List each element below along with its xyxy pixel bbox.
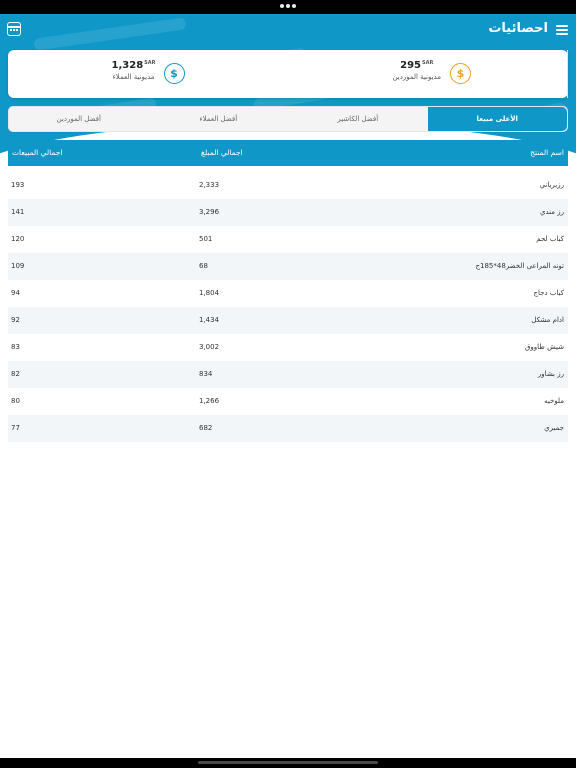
total-amount-cell: 1,434 — [199, 316, 220, 324]
product-name-cell: كباب دجاج — [533, 289, 565, 297]
status-bar — [0, 0, 576, 14]
product-name-cell: رز بشاور — [537, 370, 564, 378]
stat-customers-debt: $ 1,328SAR مديونية العملاء — [8, 50, 288, 98]
page-title: احصائيات — [488, 21, 548, 36]
menu-icon[interactable] — [556, 25, 568, 35]
product-name-cell: كباب لحم — [536, 235, 564, 243]
table-row[interactable]: ادام مشكل 1,434 92 — [8, 307, 568, 334]
dollar-circle-icon: $ — [450, 63, 471, 84]
product-name-cell: ملوخيه — [544, 397, 564, 405]
total-amount-cell: 682 — [199, 424, 213, 432]
total-sales-cell: 94 — [11, 289, 20, 297]
total-amount-cell: 3,296 — [199, 208, 220, 216]
total-sales-cell: 109 — [11, 262, 25, 270]
home-indicator — [0, 758, 576, 768]
total-amount-cell: 68 — [199, 262, 208, 270]
table-row[interactable]: شيش طاووق 3,002 83 — [8, 334, 568, 361]
product-name-cell: شيش طاووق — [524, 343, 564, 351]
table-row[interactable]: رزبرياني 2,333 193 — [8, 172, 568, 199]
column-product-name: اسم المنتج — [530, 148, 564, 157]
total-sales-cell: 92 — [11, 316, 20, 324]
calendar-icon[interactable] — [7, 22, 21, 36]
total-amount-cell: 501 — [199, 235, 213, 243]
total-sales-cell: 82 — [11, 370, 20, 378]
product-name-cell: رزبرياني — [539, 181, 564, 189]
product-name-cell: جمبري — [544, 424, 564, 432]
customers-debt-value: 1,328SAR — [111, 60, 156, 71]
suppliers-debt-label: مديونية الموردين — [392, 73, 441, 81]
total-amount-cell: 1,266 — [199, 397, 220, 405]
table-body: رزبرياني 2,333 193 رز مندي 3,296 141 كباب لحم 5… — [8, 172, 568, 442]
product-name-cell: ادام مشكل — [531, 316, 564, 324]
stats-card: $ 1,328SAR مديونية العملاء $ 295SAR مديو… — [8, 50, 568, 98]
tab-top-cashiers[interactable]: أفضل الكاشير — [288, 107, 428, 131]
product-name-cell: رز مندي — [539, 208, 564, 216]
total-amount-cell: 2,333 — [199, 181, 220, 189]
table-row[interactable]: جمبري 682 77 — [8, 415, 568, 442]
total-amount-cell: 3,002 — [199, 343, 220, 351]
total-sales-cell: 120 — [11, 235, 25, 243]
tab-best-selling[interactable]: الأعلى مبيعا — [427, 107, 567, 131]
stat-suppliers-debt: $ 295SAR مديونية الموردين — [288, 50, 568, 98]
table-header: اسم المنتج اجمالي المبلغ اجمالي المبيعات — [8, 140, 568, 166]
column-total-amount: اجمالي المبلغ — [201, 148, 243, 157]
total-amount-cell: 1,804 — [199, 289, 220, 297]
table-row[interactable]: تونه المراعى الخضر48*185ج 68 109 — [8, 253, 568, 280]
app-header: احصائيات — [0, 14, 576, 48]
tabs: أفضل الموردين أفضل العملاء أفضل الكاشير … — [8, 106, 568, 132]
column-total-sales: اجمالي المبيعات — [12, 148, 63, 157]
table-row[interactable]: كباب لحم 501 120 — [8, 226, 568, 253]
multitask-dots[interactable] — [280, 4, 296, 8]
table-row[interactable]: كباب دجاج 1,804 94 — [8, 280, 568, 307]
total-sales-cell: 80 — [11, 397, 20, 405]
suppliers-debt-value: 295SAR — [400, 60, 434, 71]
tab-top-customers[interactable]: أفضل العملاء — [149, 107, 289, 131]
tab-top-suppliers[interactable]: أفضل الموردين — [9, 107, 149, 131]
table-row[interactable]: رز بشاور 834 82 — [8, 361, 568, 388]
total-amount-cell: 834 — [199, 370, 213, 378]
dollar-circle-icon: $ — [163, 63, 185, 84]
product-name-cell: تونه المراعى الخضر48*185ج — [475, 262, 564, 270]
table-row[interactable]: رز مندي 3,296 141 — [8, 199, 568, 226]
customers-debt-label: مديونية العملاء — [112, 73, 155, 81]
total-sales-cell: 141 — [11, 208, 25, 216]
total-sales-cell: 77 — [11, 424, 20, 432]
total-sales-cell: 193 — [11, 181, 25, 189]
total-sales-cell: 83 — [11, 343, 20, 351]
table-row[interactable]: ملوخيه 1,266 80 — [8, 388, 568, 415]
